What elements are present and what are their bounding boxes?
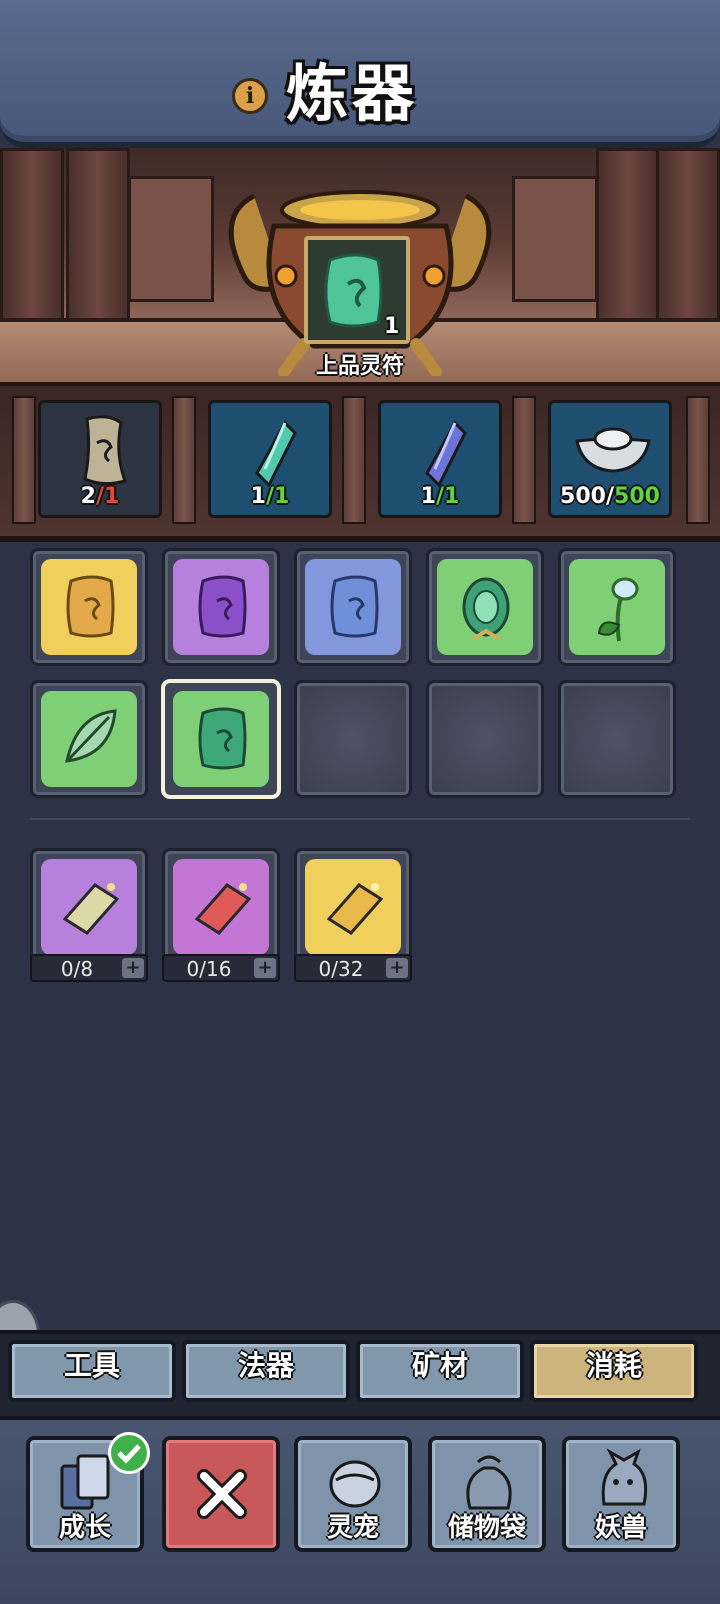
item-slot[interactable]	[558, 548, 676, 666]
material-have: 1	[420, 484, 436, 509]
jade-token-icon	[462, 577, 510, 641]
item-slot[interactable]	[30, 680, 148, 798]
nav-spirit-pet-button[interactable]: 灵宠	[294, 1436, 412, 1552]
nav-label: 灵宠	[326, 1513, 379, 1543]
material-slot-green-crystal[interactable]: 1/1	[208, 400, 332, 518]
material-count: 1/1	[211, 484, 329, 509]
recipe-slot[interactable]	[30, 848, 148, 966]
craft-result-count: 1	[384, 314, 400, 339]
spirit-herb-icon	[597, 577, 639, 642]
material-slot-silver[interactable]: 500/500	[548, 400, 672, 518]
blue-talisman-icon	[330, 575, 379, 638]
craft-result-name: 上品灵符	[315, 354, 404, 379]
material-count: 2/1	[41, 484, 159, 509]
item-slot-empty[interactable]	[426, 680, 544, 798]
nav-storage-bag-button[interactable]: 储物袋	[428, 1436, 546, 1552]
item-slot-empty[interactable]	[294, 680, 412, 798]
item-slot[interactable]	[294, 548, 412, 666]
recipe-slot[interactable]	[162, 848, 280, 966]
close-icon	[197, 1469, 247, 1519]
recipe-stock-text: 0/8	[60, 957, 94, 981]
material-count: 1/1	[381, 484, 499, 509]
purple-talisman-icon	[198, 575, 247, 638]
item-slot[interactable]	[30, 548, 148, 666]
paper-scroll-icon	[83, 415, 127, 486]
pillar	[0, 148, 64, 344]
material-have: 1	[250, 484, 266, 509]
red-scroll-recipe-icon	[194, 883, 252, 935]
page-title: 炼器	[286, 57, 419, 130]
green-talisman-icon	[198, 707, 247, 770]
tab-ores[interactable]: 矿材	[356, 1340, 524, 1402]
wall-panel	[128, 176, 214, 302]
nav-label: 成长	[58, 1513, 111, 1543]
pillar	[656, 148, 720, 344]
purple-scroll-recipe-icon	[62, 883, 120, 935]
yellow-talisman-icon	[66, 575, 115, 638]
close-button[interactable]	[162, 1436, 280, 1552]
tab-consumables[interactable]: 消耗	[530, 1340, 698, 1402]
wall-panel	[512, 176, 598, 302]
material-slot-blue-crystal[interactable]: 1/1	[378, 400, 502, 518]
divider	[30, 818, 690, 820]
material-need: /1	[95, 484, 120, 509]
shelf-post	[172, 396, 196, 524]
add-stock-button[interactable]: +	[254, 958, 276, 978]
material-need: 500	[614, 484, 660, 509]
recipe-slot[interactable]	[294, 848, 412, 966]
material-need: /1	[265, 484, 290, 509]
recipe-stock-text: 0/16	[186, 957, 232, 981]
add-stock-button[interactable]: +	[122, 958, 144, 978]
material-slot-paper[interactable]: 2/1	[38, 400, 162, 518]
blue-crystal-icon	[425, 420, 467, 487]
item-slot-selected[interactable]	[162, 680, 280, 798]
material-have: 500/	[560, 484, 615, 509]
item-slot[interactable]	[426, 548, 544, 666]
storage-bag-icon	[466, 1455, 512, 1510]
green-leaf-icon	[65, 709, 117, 763]
add-stock-button[interactable]: +	[386, 958, 408, 978]
check-icon	[108, 1432, 150, 1474]
pillar	[596, 148, 660, 344]
recipe-stock: 0/32 +	[294, 954, 412, 982]
recipe-stock-text: 0/32	[318, 957, 364, 981]
silver-ingot-icon	[575, 427, 651, 473]
tab-tools[interactable]: 工具	[8, 1340, 176, 1402]
pillar	[66, 148, 130, 344]
item-slot-empty[interactable]	[558, 680, 676, 798]
material-count: 500/500	[551, 484, 669, 509]
shelf-post	[12, 396, 36, 524]
shelf-post	[512, 396, 536, 524]
green-crystal-icon	[255, 420, 297, 487]
item-slot[interactable]	[162, 548, 280, 666]
nav-label: 妖兽	[594, 1513, 647, 1543]
material-have: 2	[80, 484, 96, 509]
gold-scroll-recipe-icon	[326, 883, 384, 935]
recipe-stock: 0/8 +	[30, 954, 148, 982]
info-icon[interactable]: i	[232, 78, 268, 114]
nav-label: 储物袋	[447, 1513, 526, 1543]
demon-beast-icon	[601, 1448, 648, 1506]
material-need: /1	[435, 484, 460, 509]
shelf-post	[342, 396, 366, 524]
recipe-stock: 0/16 +	[162, 954, 280, 982]
shelf-post	[686, 396, 710, 524]
nav-demon-beast-button[interactable]: 妖兽	[562, 1436, 680, 1552]
tab-artifacts[interactable]: 法器	[182, 1340, 350, 1402]
